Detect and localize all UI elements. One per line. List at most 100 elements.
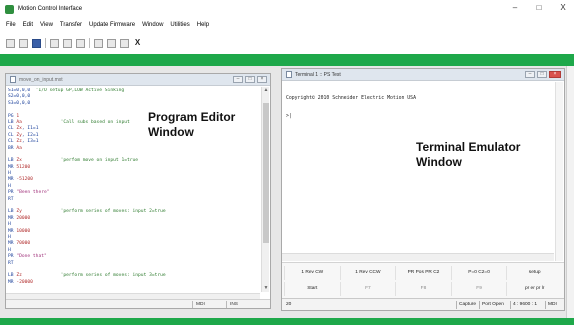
baud-rate: 4 : 9600 : 1 — [510, 301, 544, 309]
fkey-zero[interactable]: P=0 C2=0 — [450, 266, 507, 280]
document-icon — [10, 76, 16, 83]
fkey-setup[interactable]: setup — [506, 266, 562, 280]
scroll-down-icon[interactable]: ▼ — [262, 285, 270, 292]
paste-icon[interactable] — [76, 38, 85, 48]
insert-mode-indicator: INS — [226, 301, 250, 308]
code-token: 20000 — [16, 215, 31, 221]
close-document-button[interactable]: X — [133, 38, 142, 48]
terminal-horizontal-scrollbar[interactable] — [282, 253, 554, 261]
terminal-title-bar[interactable]: Terminal 1 :: PS Test – □ × — [282, 69, 564, 81]
function-key-row: Start F7 F8 F9 pr er pr lr — [284, 282, 562, 296]
code-token: RT — [8, 260, 14, 266]
function-key-panel: 1 Rev CW 1 Rev CCW PR Pos PR C2 P=0 C2=0… — [282, 262, 564, 298]
close-icon[interactable]: X — [558, 3, 568, 13]
terminal-close-icon[interactable]: × — [549, 71, 561, 78]
open-folder-icon[interactable] — [19, 38, 28, 48]
editor-close-icon[interactable]: × — [257, 76, 267, 83]
code-token: 1 — [16, 113, 20, 119]
editor-window-controls: – □ × — [233, 76, 267, 83]
function-key-row: 1 Rev CW 1 Rev CCW PR Pos PR C2 P=0 C2=0… — [284, 266, 562, 280]
code-token: S3=0,0,0 — [8, 100, 31, 106]
menu-window[interactable]: Window — [142, 22, 163, 28]
code-token: 'perform series of moves: input 3=true — [60, 273, 166, 279]
window-title: Motion Control Interface — [18, 6, 83, 12]
code-token: 10000 — [16, 228, 31, 234]
code-token: H — [8, 247, 11, 253]
menu-file[interactable]: File — [6, 22, 16, 28]
terminal-output[interactable]: Copyright© 2010 Schneider Electric Motio… — [286, 84, 416, 132]
fkey-1rev-ccw[interactable]: 1 Rev CCW — [339, 266, 396, 280]
editor-vertical-scrollbar[interactable]: ▲ ▼ — [261, 87, 269, 292]
terminal-prompt: >| — [286, 114, 292, 119]
fkey-f7[interactable]: F7 — [339, 282, 396, 296]
menu-update-firmware[interactable]: Update Firmware — [89, 22, 135, 28]
program-editor-label: Program Editor Window — [148, 110, 235, 140]
fkey-print-params[interactable]: pr er pr lr — [506, 282, 562, 296]
code-token: H — [8, 234, 11, 240]
app-window: Motion Control Interface – □ X File Edit… — [0, 0, 574, 325]
code-token: -51200 — [16, 177, 33, 183]
green-band — [0, 54, 574, 66]
bottom-band — [0, 318, 574, 325]
code-token: S2=0,0,0 — [8, 94, 31, 100]
fkey-start[interactable]: Start — [284, 282, 340, 296]
code-token: H — [8, 222, 11, 228]
scroll-thumb[interactable] — [263, 103, 269, 243]
fkey-f8[interactable]: F8 — [395, 282, 451, 296]
terminal-minimize-icon[interactable]: – — [525, 71, 535, 78]
properties-icon[interactable] — [107, 38, 116, 48]
fkey-f9[interactable]: F9 — [450, 282, 507, 296]
save-icon[interactable] — [32, 38, 41, 48]
code-token: , I3=1 — [21, 139, 39, 145]
code-token: 51200 — [16, 164, 31, 170]
copy-icon[interactable] — [63, 38, 72, 48]
program-editor-label-line1: Program Editor — [148, 110, 236, 124]
code-token: H — [8, 183, 11, 189]
terminal-restore-icon[interactable]: □ — [537, 71, 547, 78]
line-count: 20 — [286, 302, 292, 307]
code-token: 'Call subs based on input — [60, 119, 130, 125]
program-editor-window: move_on_input.mxt – □ × S1=0,0,0 'I/O se… — [5, 73, 271, 309]
fkey-pr-pos[interactable]: PR Pos PR C2 — [395, 266, 451, 280]
code-token: "Done that" — [16, 254, 47, 260]
editor-minimize-icon[interactable]: – — [233, 76, 243, 83]
terminal-vertical-scrollbar[interactable] — [555, 82, 563, 261]
code-token: S1=0,0,0 — [8, 88, 36, 93]
menu-edit[interactable]: Edit — [23, 22, 33, 28]
code-token: H — [8, 171, 11, 177]
app-icon — [5, 4, 14, 14]
scroll-up-icon[interactable]: ▲ — [262, 87, 270, 94]
editor-mode-indicator: MDI — [192, 301, 220, 308]
title-bar: Motion Control Interface – □ X — [0, 0, 574, 18]
fkey-1rev-cw[interactable]: 1 Rev CW — [284, 266, 340, 280]
document-icon[interactable] — [120, 38, 129, 48]
cut-icon[interactable] — [50, 38, 59, 48]
new-file-icon[interactable] — [6, 38, 15, 48]
editor-title: move_on_input.mxt — [19, 76, 63, 83]
menu-help[interactable]: Help — [197, 22, 209, 28]
print-icon[interactable] — [94, 38, 103, 48]
menu-utilities[interactable]: Utilities — [170, 22, 189, 28]
code-token: 'perfom move on input 1=true — [60, 158, 139, 164]
toolbar-separator — [89, 38, 90, 48]
terminal-emulator-label-line1: Terminal Emulator — [416, 140, 521, 154]
workspace-scrollbar[interactable] — [566, 66, 574, 318]
terminal-mode: MDI — [545, 301, 563, 309]
terminal-title: Terminal 1 :: PS Test — [295, 71, 341, 78]
terminal-icon — [286, 71, 292, 78]
menu-transfer[interactable]: Transfer — [60, 22, 82, 28]
port-status: Port Open — [479, 301, 509, 309]
code-token: RT — [8, 196, 14, 202]
menu-view[interactable]: View — [40, 22, 53, 28]
editor-restore-icon[interactable]: □ — [245, 76, 255, 83]
capture-indicator[interactable]: Capture — [456, 301, 478, 309]
code-token: "Been there" — [16, 190, 50, 196]
maximize-icon[interactable]: □ — [534, 3, 544, 13]
editor-title-bar[interactable]: move_on_input.mxt – □ × — [6, 74, 270, 86]
terminal-window-controls: – □ × — [525, 71, 561, 78]
minimize-icon[interactable]: – — [510, 3, 520, 13]
